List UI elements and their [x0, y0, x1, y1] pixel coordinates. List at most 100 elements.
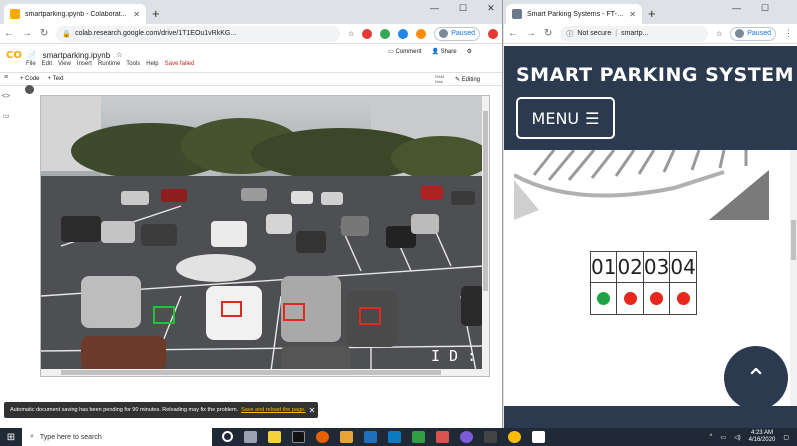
close-tab-icon[interactable]: ✕ [629, 10, 636, 19]
network-icon[interactable]: ▭ [720, 434, 726, 441]
tab-colab[interactable]: smartparking.ipynb - Colaborat... ✕ [4, 4, 146, 24]
colab-header: CO 📄 smartparking.ipynb ☆ ▭ Comment 👤 Sh… [0, 44, 502, 66]
minimize-icon[interactable]: — [430, 3, 439, 14]
code-cell: I D : 0 [24, 83, 494, 383]
lock-icon: 🔒 [62, 30, 72, 38]
notebook-title[interactable]: smartparking.ipynb [43, 51, 111, 60]
search-icon: ⌕ [30, 433, 34, 440]
comment-button[interactable]: ▭ Comment [388, 48, 421, 55]
volume-icon[interactable]: ◁) [734, 434, 741, 441]
output-vertical-scrollbar[interactable] [482, 96, 489, 376]
app-icon[interactable] [532, 431, 545, 443]
reload-icon[interactable]: ↻ [40, 28, 48, 39]
run-cell-icon[interactable] [25, 85, 34, 94]
share-button[interactable]: 👤 Share [431, 48, 456, 55]
editing-mode-button[interactable]: ✎ Editing [455, 76, 480, 83]
app-icon[interactable] [460, 431, 473, 443]
security-status: Not secure [577, 30, 612, 37]
close-toast-icon[interactable]: ✕ [309, 406, 316, 415]
chevron-up-icon: ⌃ [745, 362, 767, 393]
chevron-up-icon[interactable]: ^ [710, 434, 713, 440]
add-code-button[interactable]: + Code [20, 76, 40, 82]
task-view-icon[interactable] [244, 431, 257, 443]
info-icon: ⓘ [566, 30, 574, 38]
colab-browser-window: smartparking.ipynb - Colaborat... ✕ + — … [0, 0, 503, 428]
parking-lot-video-output: I D : 0 [40, 95, 490, 377]
forward-icon[interactable]: → [22, 28, 32, 39]
address-bar[interactable]: ⓘ Not secure | smartp... [560, 25, 708, 42]
parking-lot-image: I D : 0 [41, 96, 489, 372]
chrome-icon[interactable] [508, 431, 521, 443]
extension-icon[interactable] [362, 28, 373, 39]
update-icon[interactable] [488, 28, 498, 39]
slot-occupied-indicator [650, 292, 664, 305]
menu-button[interactable]: MENU ☰ [516, 97, 615, 139]
windows-start-icon[interactable]: ⊞ [0, 432, 22, 443]
back-icon[interactable]: ← [4, 28, 14, 39]
settings-icon[interactable]: ⚙ [467, 48, 472, 55]
site-title: SMART PARKING SYSTEM [516, 64, 795, 86]
reload-icon[interactable]: ↻ [544, 28, 552, 39]
close-tab-icon[interactable]: ✕ [133, 10, 140, 19]
page-scrollbar[interactable] [790, 150, 797, 406]
firefox-icon[interactable] [316, 431, 329, 443]
extension-icon[interactable] [380, 28, 391, 39]
avatar [439, 29, 449, 38]
id-overlay-text: I D : 0 [431, 347, 484, 365]
profile-paused-button[interactable]: Paused [730, 26, 776, 41]
back-icon[interactable]: ← [508, 28, 518, 39]
slot-number-row: 01 02 03 04 [589, 251, 697, 283]
terminal-icon[interactable] [292, 431, 305, 443]
url-text: colab.research.google.com/drive/1T1EOu1v… [75, 30, 237, 37]
tab-strip: Smart Parking Systems - FT-UH ✕ + — ☐ [504, 0, 797, 24]
extension-icon[interactable] [398, 28, 409, 39]
new-tab-icon[interactable]: + [648, 6, 656, 21]
app-icon[interactable] [484, 431, 497, 443]
clock[interactable]: 4:23 AM 4/16/2020 [749, 430, 776, 444]
vmware-icon[interactable] [388, 431, 401, 443]
vscode-icon[interactable] [364, 431, 377, 443]
smart-parking-browser-window: Smart Parking Systems - FT-UH ✕ + — ☐ ← … [504, 0, 797, 428]
taskbar-apps [222, 431, 545, 443]
add-text-button[interactable]: + Text [48, 76, 64, 82]
windows-taskbar: ⊞ ⌕ Type here to search ^ ▭ ◁) 4:23 AM 4… [0, 428, 797, 446]
notifications-icon[interactable]: ▢ [783, 434, 789, 441]
maximize-icon[interactable]: ☐ [459, 3, 467, 14]
cortana-icon[interactable] [222, 431, 233, 442]
star-icon[interactable]: ☆ [716, 30, 722, 38]
code-snippets-icon[interactable]: <> [2, 93, 10, 100]
globe-icon [512, 9, 522, 19]
slot-free-indicator [597, 292, 611, 305]
system-tray: ^ ▭ ◁) 4:23 AM 4/16/2020 ▢ [710, 430, 797, 444]
minimize-icon[interactable]: — [732, 3, 741, 14]
slot-number: 01 [589, 251, 618, 283]
toc-icon[interactable]: ≡ [4, 74, 8, 81]
new-tab-icon[interactable]: + [152, 6, 160, 21]
extension-icon[interactable] [416, 28, 427, 39]
tab-title: Smart Parking Systems - FT-UH [527, 10, 625, 18]
address-bar[interactable]: 🔒 colab.research.google.com/drive/1T1EOu… [56, 25, 340, 42]
maximize-icon[interactable]: ☐ [761, 3, 769, 14]
taskbar-search[interactable]: ⌕ Type here to search [22, 428, 212, 446]
sticky-notes-icon[interactable] [268, 431, 281, 443]
app-icon[interactable] [412, 431, 425, 443]
star-icon[interactable]: ☆ [348, 30, 354, 38]
more-icon[interactable]: ⋮ [784, 28, 793, 39]
app-icon[interactable] [436, 431, 449, 443]
forward-icon[interactable]: → [526, 28, 536, 39]
left-rail: ≡ <> ▭ [0, 74, 12, 120]
avatar [735, 29, 745, 38]
output-horizontal-scrollbar[interactable] [41, 369, 484, 376]
slot-occupied-indicator [676, 292, 690, 305]
close-window-icon[interactable]: ✕ [487, 3, 495, 14]
autosave-toast: Automatic document saving has been pendi… [4, 402, 318, 418]
parking-lot-diagram [514, 150, 769, 220]
window-controls: — ☐ ✕ [430, 3, 495, 14]
files-icon[interactable]: ▭ [3, 112, 10, 120]
tab-smart-parking[interactable]: Smart Parking Systems - FT-UH ✕ [506, 4, 642, 24]
save-reload-link[interactable]: Save and reload the page. [241, 407, 306, 413]
scroll-to-top-button[interactable]: ⌃ [724, 346, 788, 410]
star-notebook-icon[interactable]: ☆ [116, 51, 122, 59]
profile-paused-button[interactable]: Paused [434, 26, 480, 41]
file-explorer-icon[interactable] [340, 431, 353, 443]
